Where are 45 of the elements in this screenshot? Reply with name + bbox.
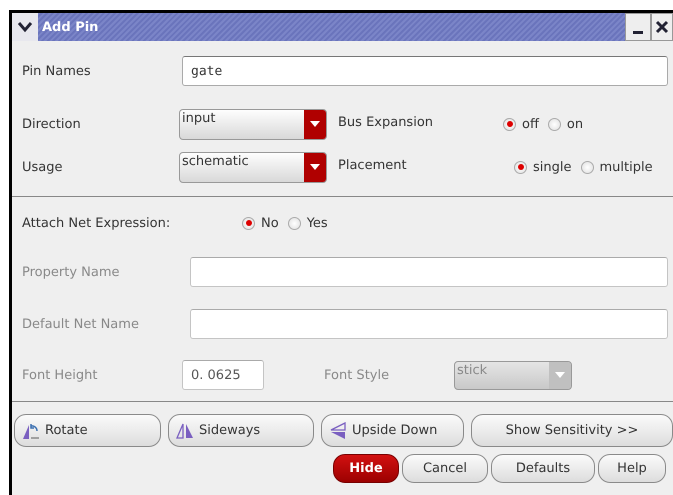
dropdown[interactable]: input [179,108,327,140]
radio-button[interactable] [288,216,301,230]
radio-button[interactable] [503,118,516,130]
field-label: Placement [338,158,408,173]
field-label: Font Height [22,368,98,382]
action-button[interactable]: Defaults [491,454,595,483]
window-title: Add Pin [41,20,100,34]
field-label: Direction [22,116,82,132]
rotate-icon [21,422,41,440]
radio-label: Yes [306,216,328,230]
text-field[interactable]: gate [182,56,668,86]
radio-label: on [566,116,584,132]
radio-label: single [533,160,572,174]
radio-label: off [522,116,539,132]
field-label: Property Name [22,264,120,280]
close-button[interactable] [651,13,673,41]
field-label: Bus Expansion [338,115,434,130]
field-label: Attach Net Expression: [22,216,172,230]
action-button[interactable]: Hide [333,454,399,483]
field-label: Font Style [324,368,390,382]
caret-icon [310,164,320,170]
close-icon [655,20,669,34]
minimize-button[interactable] [625,13,651,41]
chevron-down-icon[interactable] [17,21,33,33]
action-button[interactable]: Sideways [168,414,314,447]
flip-icon [328,422,348,440]
caret-icon [555,372,565,378]
action-button[interactable]: Upside Down [321,414,464,447]
minimize-icon [633,30,643,34]
radio-button[interactable] [242,216,255,230]
field-label: Pin Names [22,64,92,78]
field-label: Default Net Name [22,316,140,332]
radio-button[interactable] [580,160,594,174]
action-button[interactable]: Rotate [14,414,161,447]
dropdown[interactable]: schematic [179,152,327,182]
action-button[interactable]: Cancel [402,454,488,483]
radio-label: multiple [600,160,653,174]
radio-button[interactable] [548,118,561,130]
mirror-icon [175,422,195,440]
action-button[interactable]: Show Sensitivity >> [471,414,673,447]
radio-button[interactable] [514,160,527,174]
action-button[interactable]: Help [598,454,666,483]
radio-label: No [261,216,279,230]
field-label: Usage [22,160,64,174]
caret-icon [310,121,320,127]
